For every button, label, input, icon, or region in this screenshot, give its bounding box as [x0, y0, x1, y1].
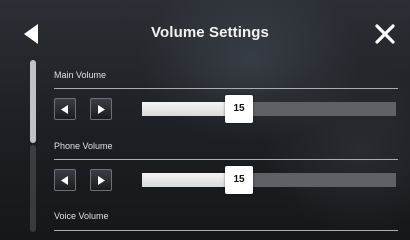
right-triangle-icon [98, 105, 105, 114]
phone-volume-increase-button[interactable] [90, 169, 112, 191]
voice-volume-label: Voice Volume [54, 211, 109, 221]
divider [54, 88, 398, 89]
main-volume-decrease-button[interactable] [54, 98, 76, 120]
right-triangle-icon [98, 176, 105, 185]
scrollbar-thumb[interactable] [30, 60, 36, 143]
close-button[interactable] [374, 23, 396, 45]
phone-volume-decrease-button[interactable] [54, 169, 76, 191]
page-title: Volume Settings [151, 24, 269, 41]
divider [54, 159, 398, 160]
left-triangle-icon [61, 176, 68, 185]
phone-volume-label: Phone Volume [54, 141, 113, 151]
back-arrow-icon [24, 24, 38, 44]
scrollbar-track[interactable] [30, 145, 36, 232]
left-triangle-icon [61, 105, 68, 114]
scrollbar[interactable] [30, 60, 38, 232]
main-volume-label: Main Volume [54, 70, 107, 80]
phone-volume-slider[interactable]: 15 [142, 166, 396, 194]
main-volume-slider-knob[interactable]: 15 [225, 95, 253, 123]
volume-settings-screen: Volume Settings Main Volume 15 Phone Vol… [0, 0, 410, 240]
main-volume-increase-button[interactable] [90, 98, 112, 120]
divider [54, 230, 398, 231]
main-volume-slider[interactable]: 15 [142, 95, 396, 123]
back-button[interactable] [20, 22, 44, 46]
close-icon [375, 24, 395, 44]
phone-volume-slider-knob[interactable]: 15 [225, 166, 253, 194]
